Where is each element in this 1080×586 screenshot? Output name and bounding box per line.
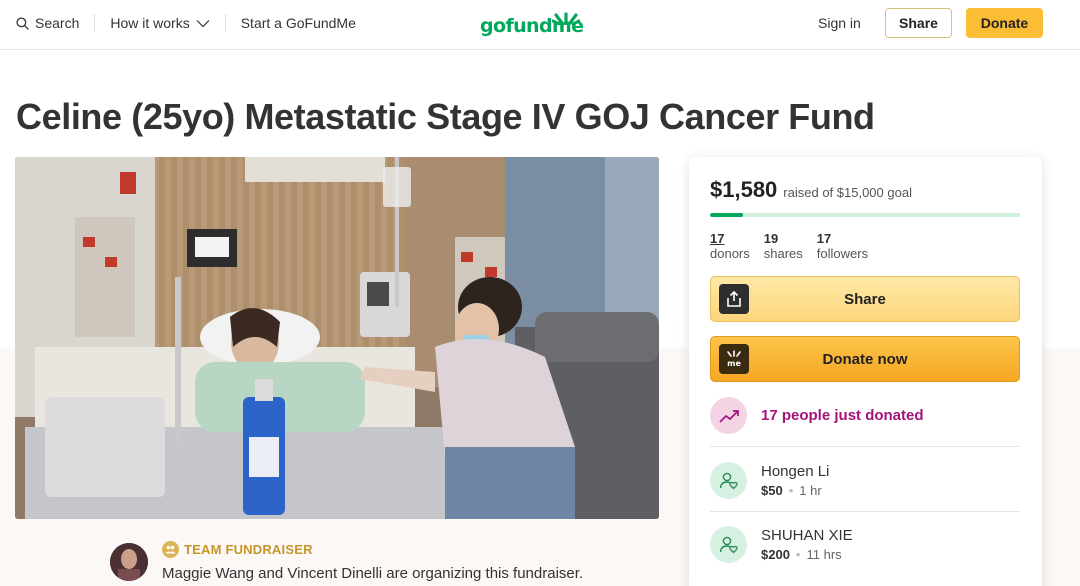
nav-left: Search How it works Start a GoFundMe <box>16 0 356 46</box>
donor-item: SHUHAN XIE $200 • 11 hrs <box>710 526 853 563</box>
nav-divider <box>224 14 226 32</box>
donor-meta: $200 • 11 hrs <box>761 547 853 562</box>
donor-heart-icon <box>710 526 747 563</box>
donor-name: Hongen Li <box>761 463 830 480</box>
share-icon <box>719 284 749 314</box>
donor-amount: $50 <box>761 483 783 498</box>
divider <box>710 511 1020 512</box>
progress-bar <box>710 213 1020 217</box>
stat-label: donors <box>710 246 750 261</box>
stat-value: 17 <box>816 231 832 246</box>
recent-donations-banner[interactable]: 17 people just donated <box>710 397 924 434</box>
how-it-works-label: How it works <box>110 15 190 31</box>
donor-name: SHUHAN XIE <box>761 527 853 544</box>
stat-value: 17 <box>710 231 725 246</box>
donor-meta: $50 • 1 hr <box>761 483 829 498</box>
sprout-icon <box>552 12 580 25</box>
stat-followers: 17 followers <box>817 231 868 261</box>
gofundme-icon: me <box>719 344 749 374</box>
trending-up-icon <box>710 397 747 434</box>
stat-donors[interactable]: 17 donors <box>710 231 750 261</box>
donor-item: Hongen Li $50 • 1 hr <box>710 462 829 499</box>
separator-dot: • <box>788 483 794 498</box>
chevron-down-icon <box>196 19 210 28</box>
gofundme-logo[interactable]: gofundme <box>480 9 584 41</box>
stat-shares: 19 shares <box>764 231 803 261</box>
header-share-button[interactable]: Share <box>885 8 952 38</box>
donor-time: 11 hrs <box>806 547 842 562</box>
stat-label: shares <box>763 246 803 261</box>
search-label: Search <box>35 15 80 31</box>
organizer-text: Maggie Wang and Vincent Dinelli are orga… <box>162 565 584 582</box>
campaign-stats: 17 donors 19 shares 17 followers <box>710 231 868 261</box>
start-gofundme-label: Start a GoFundMe <box>240 15 356 31</box>
search-button[interactable]: Search <box>16 15 79 31</box>
hospital-room-illustration <box>15 157 659 519</box>
campaign-title: Celine (25yo) Metastatic Stage IV GOJ Ca… <box>16 96 875 137</box>
donor-heart-icon <box>710 462 747 499</box>
donate-now-button[interactable]: me Donate now <box>710 336 1020 382</box>
donor-time: 1 hr <box>799 483 822 498</box>
stat-label: followers <box>816 246 869 261</box>
donor-amount: $200 <box>761 547 790 562</box>
recent-donations-text: 17 people just donated <box>761 407 924 424</box>
campaign-hero-image[interactable] <box>15 157 659 519</box>
raised-amount: $1,580 <box>710 177 778 202</box>
nav-divider <box>94 14 96 32</box>
donate-now-label: Donate now <box>822 350 908 368</box>
search-icon <box>16 16 29 30</box>
share-button[interactable]: Share <box>710 276 1020 322</box>
donor-info: SHUHAN XIE $200 • 11 hrs <box>761 526 853 562</box>
progress-fill <box>710 213 743 217</box>
header-donate-button[interactable]: Donate <box>966 8 1043 38</box>
donation-card: $1,580 raised of $15,000 goal 17 donors … <box>689 157 1042 586</box>
how-it-works-menu[interactable]: How it works <box>110 15 210 31</box>
separator-dot: • <box>795 547 801 562</box>
sign-in-link[interactable]: Sign in <box>818 15 861 31</box>
donate-icon-text: me <box>727 359 741 368</box>
team-fundraiser-label: TEAM FUNDRAISER <box>184 542 313 557</box>
divider <box>710 446 1020 447</box>
top-nav: Search How it works Start a GoFundMe gof… <box>0 0 1080 50</box>
raised-summary: $1,580 raised of $15,000 goal <box>710 177 912 203</box>
goal-text: raised of $15,000 goal <box>783 185 912 200</box>
stat-value: 19 <box>763 231 779 246</box>
team-fundraiser-tag: TEAM FUNDRAISER <box>162 541 313 558</box>
team-icon <box>162 541 179 558</box>
donor-info: Hongen Li $50 • 1 hr <box>761 462 829 498</box>
share-button-label: Share <box>844 290 886 308</box>
organizer-avatar[interactable] <box>110 543 148 581</box>
start-gofundme-link[interactable]: Start a GoFundMe <box>241 15 356 31</box>
